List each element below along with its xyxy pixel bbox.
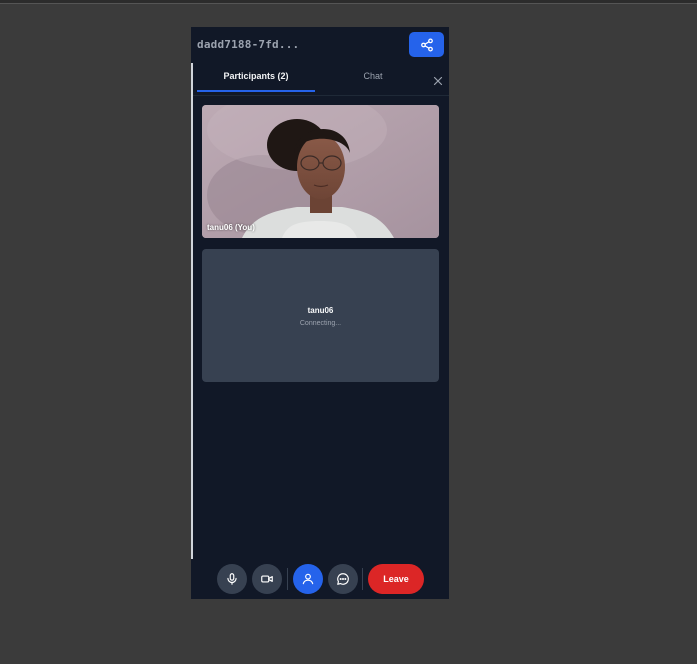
toolbar-divider [287, 568, 288, 590]
participants-icon [302, 573, 314, 585]
tab-bar: Participants (2) Chat [193, 65, 449, 96]
call-controls: Leave [191, 559, 449, 599]
camera-button[interactable] [252, 564, 282, 594]
participant-name-label: tanu06 (You) [207, 223, 255, 232]
chat-button[interactable] [328, 564, 358, 594]
leave-button[interactable]: Leave [368, 564, 424, 594]
microphone-button[interactable] [217, 564, 247, 594]
connection-status: Connecting... [299, 320, 342, 327]
tab-chat[interactable]: Chat [313, 71, 433, 81]
video-feed [202, 105, 439, 238]
room-id: dadd7188-7fd... [197, 38, 300, 51]
window-top-edge [0, 0, 697, 4]
participant-name: tanu06 [307, 306, 334, 315]
participant-tile-remote[interactable]: tanu06 Connecting... [202, 249, 439, 382]
microphone-icon [227, 573, 237, 585]
panel-left-border [191, 63, 193, 559]
share-button[interactable] [409, 32, 444, 57]
close-button[interactable] [432, 74, 444, 86]
tab-participants[interactable]: Participants (2) [197, 71, 315, 92]
sidebar-header: dadd7188-7fd... [191, 27, 449, 63]
toolbar-divider [362, 568, 363, 590]
meeting-sidebar: dadd7188-7fd... Participants (2) Chat ta… [191, 27, 449, 599]
close-icon [433, 76, 443, 86]
camera-icon [261, 575, 273, 583]
participants-button[interactable] [293, 564, 323, 594]
share-icon [420, 38, 433, 51]
chat-icon [337, 573, 349, 585]
participant-tile-self[interactable]: tanu06 (You) [202, 105, 439, 238]
